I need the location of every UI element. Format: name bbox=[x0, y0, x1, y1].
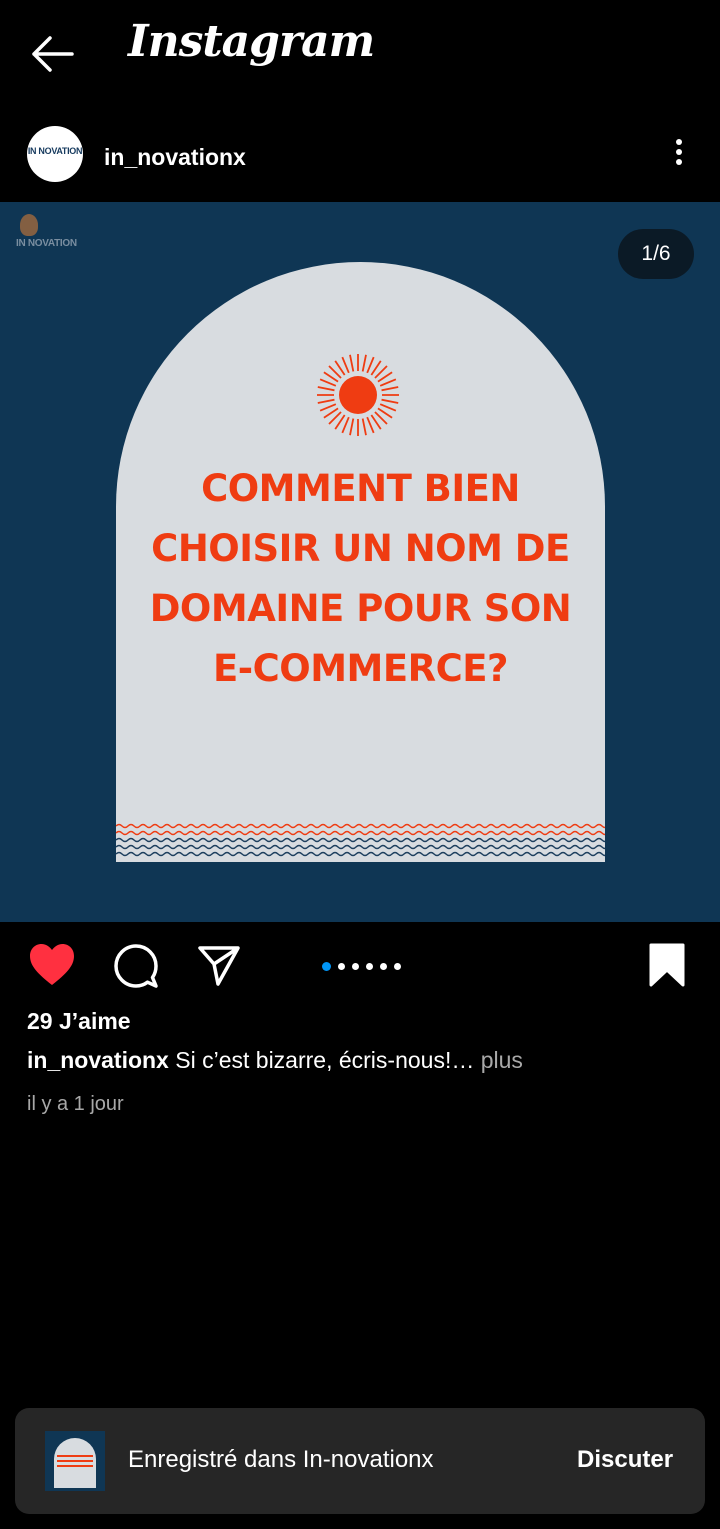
bookmark-icon[interactable] bbox=[648, 942, 686, 988]
carousel-dot bbox=[322, 962, 331, 972]
headline-line: DOMAINE POUR SON bbox=[149, 587, 572, 630]
headline-line: E-COMMERCE? bbox=[212, 647, 509, 690]
sun-icon bbox=[317, 354, 399, 436]
post-header: IN NOVATION in_novationx bbox=[0, 118, 720, 194]
post-timestamp: il y a 1 jour bbox=[27, 1093, 124, 1115]
app-title: Instagram bbox=[128, 16, 375, 67]
more-options-icon[interactable] bbox=[664, 136, 694, 172]
back-arrow-icon[interactable] bbox=[28, 32, 76, 76]
post-username[interactable]: in_novationx bbox=[104, 144, 246, 171]
toast-message: Enregistré dans In-novationx bbox=[128, 1446, 434, 1473]
caption-more-link[interactable]: plus bbox=[474, 1047, 523, 1073]
carousel-dot bbox=[338, 963, 345, 971]
post-actions bbox=[0, 930, 720, 1000]
brand-logo: IN NOVATION bbox=[12, 214, 102, 264]
lightbulb-icon bbox=[20, 214, 38, 236]
post-media-carousel[interactable]: IN NOVATION 1/6 COMMENT BIEN CHOISIR UN N… bbox=[0, 202, 720, 922]
headline-line: COMMENT BIEN bbox=[201, 467, 520, 510]
caption-text: Si c’est bizarre, écris-nous!… bbox=[168, 1047, 475, 1073]
paper-plane-icon[interactable] bbox=[196, 942, 242, 988]
slide-counter: 1/6 bbox=[618, 229, 694, 279]
headline-line: CHOISIR UN NOM DE bbox=[151, 527, 570, 570]
carousel-dot bbox=[394, 963, 401, 971]
brand-logo-text: IN NOVATION bbox=[16, 238, 77, 249]
carousel-dot bbox=[352, 963, 359, 971]
carousel-dot bbox=[380, 963, 387, 971]
saved-toast: Enregistré dans In-novationx Discuter bbox=[15, 1408, 705, 1514]
toast-action-button[interactable]: Discuter bbox=[577, 1446, 673, 1474]
carousel-dot bbox=[366, 963, 373, 971]
waves-decoration bbox=[116, 823, 605, 857]
toast-thumbnail bbox=[45, 1431, 105, 1491]
slide-arch-card: COMMENT BIEN CHOISIR UN NOM DE DOMAINE POU… bbox=[116, 262, 605, 862]
caption-username[interactable]: in_novationx bbox=[27, 1047, 169, 1073]
comment-bubble-icon[interactable] bbox=[112, 942, 160, 990]
like-count[interactable]: 29 J’aime bbox=[27, 1008, 131, 1035]
avatar[interactable]: IN NOVATION bbox=[27, 126, 83, 182]
avatar-logo-text: IN NOVATION bbox=[27, 146, 83, 156]
carousel-dots bbox=[322, 958, 408, 972]
top-bar: Instagram bbox=[0, 0, 720, 110]
heart-icon[interactable] bbox=[28, 942, 76, 988]
slide-headline: COMMENT BIEN CHOISIR UN NOM DE DOMAINE POU… bbox=[116, 459, 605, 699]
post-caption: in_novationx Si c’est bizarre, écris-nou… bbox=[27, 1047, 523, 1074]
